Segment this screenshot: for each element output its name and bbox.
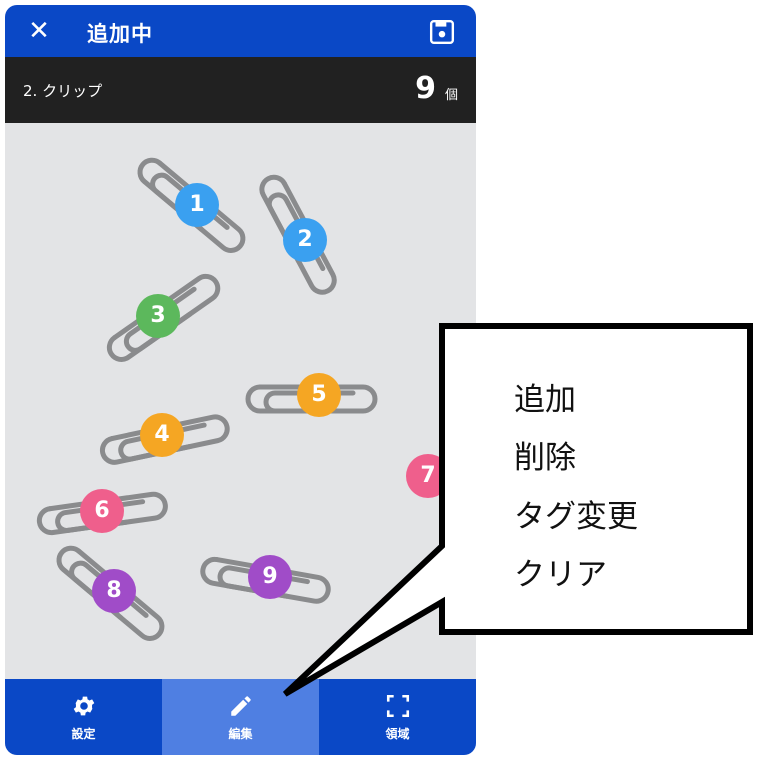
- screen-title: 追加中: [87, 22, 153, 46]
- marker-3[interactable]: 3: [136, 294, 180, 338]
- crop-frame-icon: [386, 694, 410, 718]
- nav-area[interactable]: 領域: [319, 679, 476, 755]
- menu-item-clear[interactable]: クリア: [514, 549, 607, 594]
- nav-edit-label: 編集: [228, 727, 253, 741]
- marker-4[interactable]: 4: [140, 413, 184, 457]
- marker-9[interactable]: 9: [248, 555, 292, 599]
- app-screen: ✕ 追加中 2. クリップ 9 個 1 2 3 4 5 6 7 8 9 設定 編…: [5, 5, 476, 755]
- item-count: 9: [415, 71, 436, 106]
- gear-icon: [73, 696, 95, 716]
- marker-2[interactable]: 2: [283, 218, 327, 262]
- menu-item-delete[interactable]: 削除: [514, 432, 576, 477]
- marker-6[interactable]: 6: [80, 489, 124, 533]
- nav-area-label: 領域: [385, 727, 410, 741]
- marker-7[interactable]: 7: [406, 454, 450, 498]
- bottom-navigation: 設定 編集 領域: [5, 679, 476, 755]
- close-icon[interactable]: ✕: [25, 17, 53, 45]
- photo-canvas[interactable]: 1 2 3 4 5 6 7 8 9: [5, 123, 476, 679]
- menu-item-add[interactable]: 追加: [514, 374, 576, 419]
- menu-item-change-tag[interactable]: タグ変更: [514, 491, 638, 536]
- category-bar: 2. クリップ 9 個: [5, 57, 476, 123]
- save-icon[interactable]: [429, 19, 455, 45]
- pencil-icon: [231, 696, 251, 716]
- top-app-bar: ✕ 追加中: [5, 5, 476, 57]
- count-unit: 個: [444, 88, 458, 103]
- marker-5[interactable]: 5: [297, 373, 341, 417]
- category-label: 2. クリップ: [23, 82, 103, 100]
- nav-settings[interactable]: 設定: [5, 679, 162, 755]
- paperclip-photo: [5, 123, 476, 679]
- marker-1[interactable]: 1: [175, 183, 219, 227]
- marker-8[interactable]: 8: [92, 569, 136, 613]
- nav-edit[interactable]: 編集: [162, 679, 319, 755]
- nav-settings-label: 設定: [71, 727, 96, 741]
